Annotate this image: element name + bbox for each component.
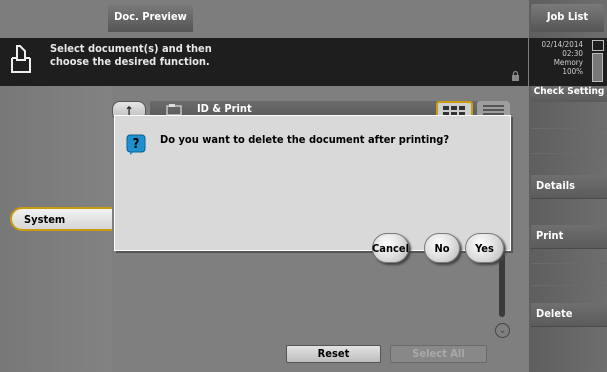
yes-button[interactable]: Yes [465, 233, 504, 263]
menu-divider [531, 153, 607, 154]
memory-level-bar [592, 53, 603, 82]
date-time-memory-readout: 02/14/2014 02:30 Memory 100% [541, 40, 583, 76]
check-setting-button[interactable]: Check Setting [531, 86, 607, 102]
lock-icon [512, 71, 519, 81]
cancel-button[interactable]: Cancel [372, 233, 409, 263]
instruction-message: Select document(s) and then choose the d… [50, 42, 212, 68]
print-button[interactable]: Print [531, 225, 607, 249]
menu-divider [531, 285, 607, 286]
details-button[interactable]: Details [531, 175, 607, 199]
reset-button[interactable]: Reset [286, 345, 381, 363]
menu-divider [531, 128, 607, 129]
memory-level-fill [593, 54, 602, 81]
job-list-tab[interactable]: Job List [531, 4, 604, 32]
svg-text:?: ? [133, 137, 140, 152]
folder-title: ID & Print [197, 102, 252, 115]
delete-button[interactable]: Delete [531, 303, 607, 327]
scrollbar[interactable] [499, 253, 505, 317]
dialog-message: Do you want to delete the document after… [160, 133, 450, 146]
scroll-down-button[interactable]: ⌄ [495, 323, 510, 338]
question-icon: ? [126, 134, 146, 155]
select-all-button[interactable]: Select All [390, 345, 487, 363]
chevron-down-icon: ⌄ [498, 325, 507, 336]
doc-preview-tab[interactable]: Doc. Preview [108, 4, 193, 32]
no-button[interactable]: No [424, 233, 460, 263]
menu-divider [531, 263, 607, 264]
nav-tab-system[interactable]: System [10, 207, 112, 231]
document-icon [11, 45, 31, 73]
memory-icon [592, 40, 604, 51]
